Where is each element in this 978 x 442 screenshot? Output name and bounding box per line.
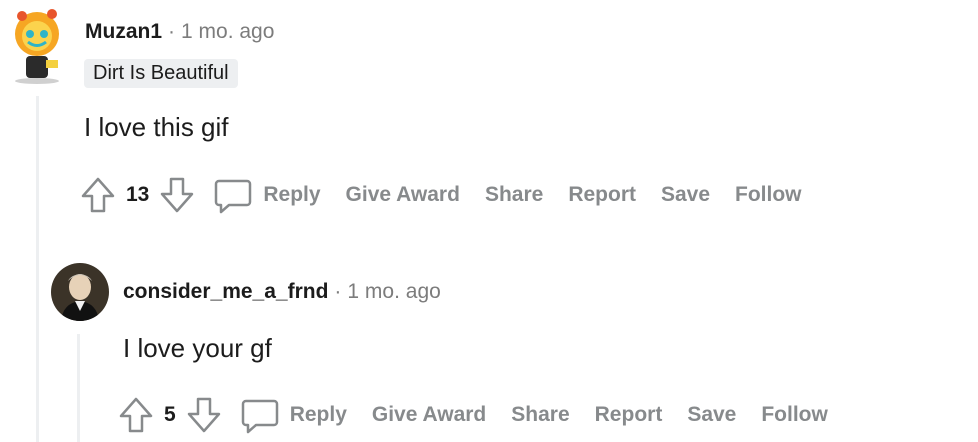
vote-score: 5: [164, 403, 176, 426]
give-award-button[interactable]: Give Award: [372, 403, 486, 427]
follow-button[interactable]: Follow: [735, 183, 802, 207]
speech-bubble-icon[interactable]: [240, 395, 280, 435]
separator-dot: ·: [334, 280, 342, 303]
share-button[interactable]: Share: [511, 403, 569, 427]
arrow-down-icon[interactable]: [159, 175, 195, 215]
reply-button[interactable]: Reply: [263, 183, 320, 207]
give-award-button[interactable]: Give Award: [346, 183, 460, 207]
timestamp[interactable]: 1 mo. ago: [181, 20, 274, 44]
speech-bubble-icon[interactable]: [213, 175, 253, 215]
share-button[interactable]: Share: [485, 183, 543, 207]
avatar-consider-me-a-frnd[interactable]: [51, 263, 109, 321]
arrow-up-icon[interactable]: [118, 395, 154, 435]
comment-actions-2: 5 Reply Give Award Share Report Save Fol…: [118, 395, 853, 435]
comment-header-1: Muzan1 · 1 mo. ago: [85, 20, 274, 44]
user-flair: Dirt Is Beautiful: [84, 59, 238, 88]
vote-score: 13: [126, 183, 150, 206]
arrow-up-icon[interactable]: [80, 175, 116, 215]
thread-line-comment-1[interactable]: [36, 96, 39, 442]
username[interactable]: Muzan1: [85, 20, 162, 44]
username[interactable]: consider_me_a_frnd: [123, 280, 328, 304]
comment-body-1: I love this gif: [84, 112, 229, 142]
avatar-muzan1[interactable]: [8, 4, 66, 84]
comment-body-2: I love your gf: [123, 333, 272, 363]
thread-line-comment-2[interactable]: [77, 334, 80, 442]
report-button[interactable]: Report: [595, 403, 663, 427]
comment-actions-1: 13 Reply Give Award Share Report Save Fo…: [80, 175, 827, 215]
follow-button[interactable]: Follow: [761, 403, 828, 427]
reply-button[interactable]: Reply: [290, 403, 347, 427]
save-button[interactable]: Save: [661, 183, 710, 207]
separator-dot: ·: [168, 20, 176, 43]
arrow-down-icon[interactable]: [186, 395, 222, 435]
timestamp[interactable]: 1 mo. ago: [347, 280, 440, 304]
report-button[interactable]: Report: [568, 183, 636, 207]
save-button[interactable]: Save: [687, 403, 736, 427]
comment-header-2: consider_me_a_frnd · 1 mo. ago: [123, 280, 441, 304]
